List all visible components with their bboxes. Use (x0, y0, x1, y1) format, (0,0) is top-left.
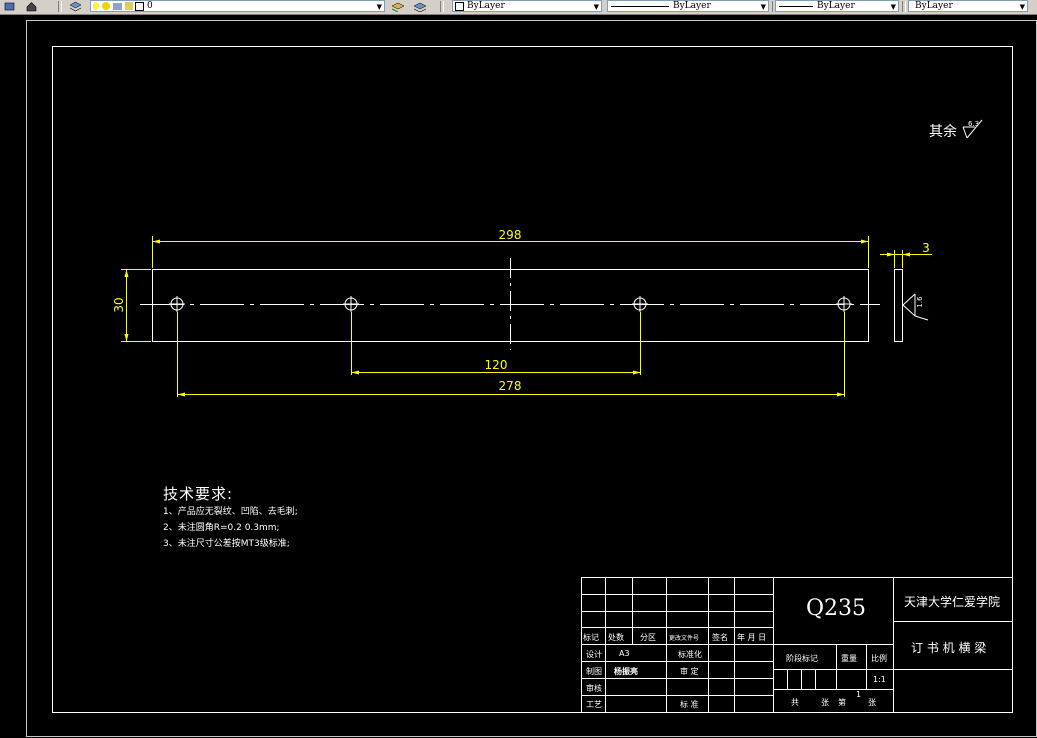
sheets-label: 张 (821, 698, 829, 707)
surface-roughness-note: 其余 (929, 124, 957, 140)
requirement-item: 2、未注圆角R=0.2 0.3mm; (163, 523, 280, 533)
sheets-total-label: 共 (791, 698, 799, 707)
hole-3 (632, 296, 648, 312)
check-label: 审 定 (680, 667, 699, 676)
roughness-value-small: 1.6 (916, 296, 924, 308)
rev-header-zone: 分区 (640, 633, 656, 642)
dim-30-label: 30 (112, 297, 126, 312)
surface-note-value: 6.3 (968, 120, 979, 128)
hole-2 (343, 296, 359, 312)
scale-label: 比例 (871, 654, 887, 663)
standardization-label: 标准化 (678, 650, 702, 659)
institution-name: 天津大学仁爱学院 (904, 595, 1001, 609)
dim-3-label: 3 (922, 241, 930, 255)
dim-120-label: 120 (485, 358, 508, 372)
process-label: 工艺 (586, 700, 602, 709)
side-view (894, 269, 903, 342)
approve-label: 标 准 (680, 700, 699, 709)
rev-header-date: 年 月 日 (737, 633, 767, 642)
part-name: 订 书 机 横 梁 (911, 641, 987, 655)
hole-4 (836, 296, 852, 312)
drawing-svg: 298 30 120 278 3 1.6 6.3 (26, 20, 1037, 737)
requirement-item: 1、产品应无裂纹、凹陷、去毛刺; (163, 507, 298, 517)
drawing-frame (52, 46, 1013, 713)
scale-value: 1:1 (873, 675, 886, 684)
requirement-item: 3、未注尺寸公差按MT3级标准; (163, 539, 290, 549)
design-label: 设计 (586, 650, 602, 659)
review-label: 审核 (586, 684, 602, 693)
rev-header-doc: 更改文件号 (669, 635, 700, 642)
hole-1 (169, 296, 185, 312)
technical-requirements: 技术要求: 1、产品应无裂纹、凹陷、去毛刺; 2、未注圆角R=0.2 0.3mm… (163, 484, 298, 552)
dim-298-label: 298 (499, 228, 522, 242)
sheet-unit: 张 (868, 698, 876, 707)
rev-header-mark: 标记 (583, 633, 599, 642)
sheet-no-value: 1 (856, 690, 862, 699)
dim-278-label: 278 (499, 379, 522, 393)
technical-requirements-title: 技术要求: (163, 485, 234, 503)
drafting-value: 杨振亮 (614, 667, 638, 676)
design-value: A3 (619, 649, 630, 658)
sheet-no-label: 第 (838, 698, 846, 707)
drafting-label: 制图 (586, 667, 602, 676)
rev-header-sign: 签名 (712, 633, 728, 642)
rev-header-count: 处数 (608, 633, 624, 642)
stage-label: 阶段标记 (786, 654, 818, 663)
material-label: Q235 (806, 596, 867, 621)
weight-label: 重量 (841, 654, 857, 663)
